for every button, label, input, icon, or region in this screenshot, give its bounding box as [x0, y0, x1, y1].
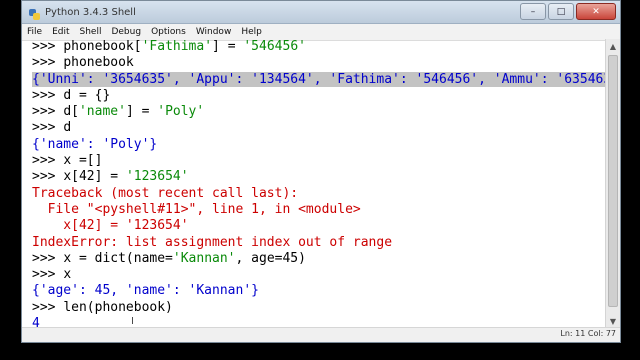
shell-line: >>> d = {}	[32, 88, 606, 104]
code: x[42] =	[63, 169, 126, 185]
error-text: x[42] = '123654'	[32, 218, 189, 234]
i-beam-cursor-icon: I	[131, 316, 134, 327]
menu-debug[interactable]: Debug	[106, 27, 146, 37]
code: , age=45)	[235, 250, 306, 266]
code: ] =	[212, 39, 244, 54]
shell-line: >>> phonebook	[32, 55, 606, 71]
shell-line: >>> x =[]	[32, 153, 606, 169]
code: phonebook	[63, 55, 134, 71]
prompt: >>>	[32, 39, 64, 54]
shell-line: Traceback (most recent call last):	[32, 186, 606, 202]
close-button[interactable]: ✕	[576, 3, 616, 20]
python-icon	[28, 6, 41, 20]
minimize-button[interactable]: –	[520, 3, 546, 20]
menu-help[interactable]: Help	[236, 27, 267, 37]
shell-line: >>> x	[32, 267, 606, 283]
code: len(phonebook)	[63, 299, 173, 315]
string-literal: 'Fathima'	[141, 39, 213, 54]
shell-line: {'name': 'Poly'}	[32, 137, 606, 153]
code: d	[63, 120, 72, 136]
menu-edit[interactable]: Edit	[47, 27, 74, 37]
window-controls: – □ ✕	[520, 3, 616, 20]
selected-output[interactable]: {'Unni': '3654635', 'Appu': '134564', 'F…	[32, 71, 606, 87]
menu-file[interactable]: File	[22, 27, 47, 37]
shell-line: IndexError: list assignment index out of…	[32, 235, 606, 251]
shell-line: >>> x[42] = '123654'	[32, 169, 606, 185]
title-bar[interactable]: Python 3.4.3 Shell – □ ✕	[22, 1, 620, 24]
scrollbar-thumb[interactable]	[608, 55, 618, 307]
maximize-button[interactable]: □	[548, 3, 574, 20]
string-literal: '546456'	[243, 39, 306, 54]
shell-line: >>> d['name'] = 'Poly'	[32, 104, 606, 120]
output: {'age': 45, 'name': 'Kannan'}	[32, 283, 259, 299]
output: {'name': 'Poly'}	[32, 136, 158, 152]
shell-line: {'Unni': '3654635', 'Appu': '134564', 'F…	[32, 71, 606, 88]
string-literal: 'Kannan'	[172, 250, 236, 266]
string-literal: '123654'	[125, 169, 189, 185]
code: x = dict(name=	[63, 250, 173, 266]
shell-line: {'age': 45, 'name': 'Kannan'}	[32, 283, 606, 299]
code: x	[63, 267, 72, 283]
shell-line: >>> phonebook['Fathima'] = '546456'	[32, 39, 606, 55]
prompt: >>>	[32, 299, 64, 315]
code: phonebook[	[63, 39, 142, 54]
prompt: >>>	[32, 153, 64, 169]
prompt: >>>	[32, 250, 64, 266]
shell-line: >>> d	[32, 120, 606, 136]
error-text: Traceback (most recent call last):	[32, 185, 299, 201]
prompt: >>>	[32, 120, 64, 136]
code: d = {}	[63, 87, 111, 103]
shell-line: >>> len(phonebook)	[32, 300, 606, 316]
shell-text-area[interactable]: >>> phonebook['Fathima'] = '546456' >>> …	[22, 39, 606, 328]
string-literal: 'name'	[78, 104, 126, 120]
error-text: IndexError: list assignment index out of…	[32, 234, 393, 250]
error-text: File "<pyshell#11>", line 1, in <module>	[32, 201, 361, 217]
menu-options[interactable]: Options	[146, 27, 191, 37]
menu-window[interactable]: Window	[191, 27, 237, 37]
code: x =[]	[63, 153, 103, 169]
string-literal: 'Poly'	[157, 104, 205, 120]
menu-shell[interactable]: Shell	[75, 27, 107, 37]
idle-shell-window: Python 3.4.3 Shell – □ ✕ File Edit Shell…	[21, 0, 621, 343]
window-title: Python 3.4.3 Shell	[45, 6, 136, 18]
cursor-position: Ln: 11 Col: 77	[560, 329, 616, 338]
code: ] =	[125, 104, 158, 120]
prompt: >>>	[32, 55, 64, 71]
prompt: >>>	[32, 87, 64, 103]
shell-line: >>> x = dict(name='Kannan', age=45)	[32, 251, 606, 267]
vertical-scrollbar[interactable]: ▲ ▼	[605, 39, 620, 328]
status-bar: Ln: 11 Col: 77	[22, 327, 620, 342]
prompt: >>>	[32, 104, 64, 120]
shell-line: x[42] = '123654'	[32, 218, 606, 234]
prompt: >>>	[32, 267, 64, 283]
scroll-up-icon[interactable]: ▲	[606, 39, 620, 53]
code: d[	[63, 104, 79, 120]
scroll-down-icon[interactable]: ▼	[606, 314, 620, 328]
prompt: >>>	[32, 169, 64, 185]
shell-line: File "<pyshell#11>", line 1, in <module>	[32, 202, 606, 218]
